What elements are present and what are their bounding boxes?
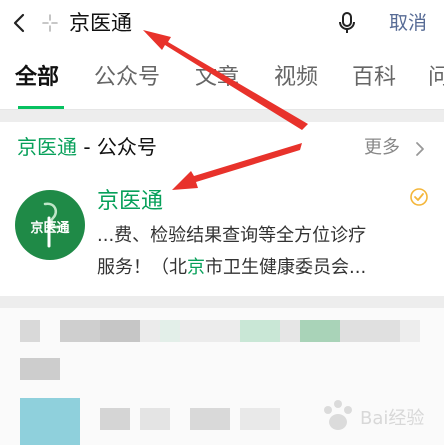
- section-title-highlight: 京医通: [17, 135, 77, 159]
- verified-badge-icon: [410, 188, 428, 206]
- chevron-right-icon[interactable]: [414, 140, 426, 158]
- sparkle-icon: [42, 14, 58, 32]
- arrow-to-result-icon: [172, 143, 302, 190]
- avatar-text: 京医通: [30, 220, 69, 236]
- desc-part-a: 服务！（北: [97, 257, 187, 278]
- section-title-rest: - 公众号: [77, 135, 157, 159]
- search-input[interactable]: 京医通: [69, 8, 132, 38]
- tab-videos[interactable]: 视频: [274, 62, 318, 94]
- result-description-line1: ...费、检验结果查询等全方位诊疗: [97, 225, 367, 246]
- search-bar: 京医通 取消: [0, 0, 444, 48]
- watermark-text: Bai经验: [360, 408, 424, 429]
- desc-keyword-highlight: 京: [187, 257, 205, 278]
- section-title: 京医通 - 公众号: [17, 132, 157, 162]
- desc-part-b: 市卫生健康委员会...: [205, 257, 367, 278]
- tab-all[interactable]: 全部: [15, 62, 59, 94]
- back-arrow-icon[interactable]: [10, 12, 30, 34]
- account-avatar[interactable]: 京医通: [15, 190, 85, 260]
- result-description-line2: 服务！（北京市卫生健康委员会...: [97, 254, 437, 282]
- more-link[interactable]: 更多: [364, 133, 400, 163]
- result-account-name[interactable]: 京医通: [97, 186, 163, 218]
- cancel-button[interactable]: 取消: [389, 8, 427, 38]
- section-gap: [0, 296, 444, 308]
- tab-articles[interactable]: 文章: [195, 62, 239, 94]
- tab-bar: 全部 公众号 文章 视频 百科 问: [0, 48, 444, 110]
- microphone-icon[interactable]: [336, 11, 358, 35]
- baidu-jingyan-watermark: Bai经验: [324, 400, 424, 430]
- tab-questions[interactable]: 问: [428, 62, 444, 94]
- tab-encyclopedia[interactable]: 百科: [352, 62, 396, 94]
- tab-official-accounts[interactable]: 公众号: [94, 62, 160, 94]
- section-gap: [0, 110, 444, 122]
